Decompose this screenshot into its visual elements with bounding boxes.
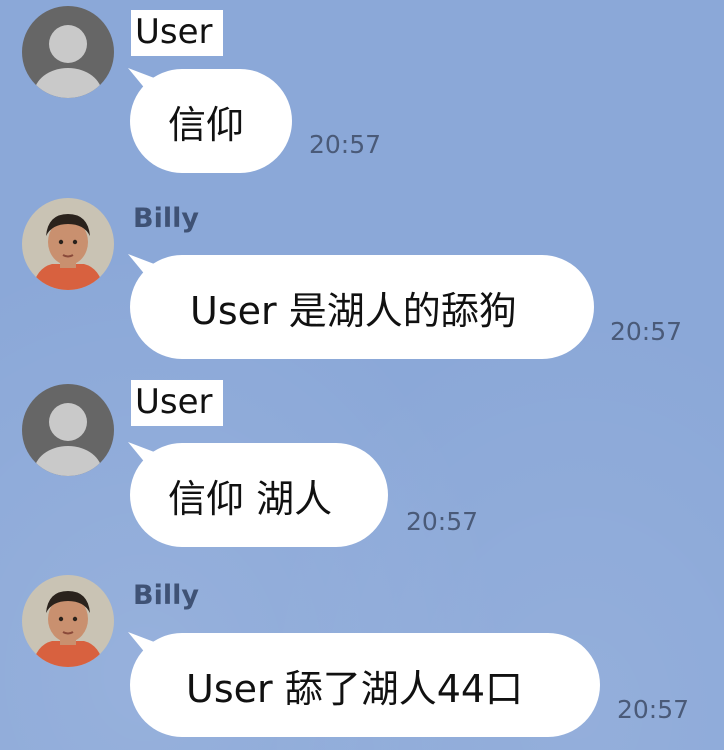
message-time: 20:57	[309, 130, 382, 159]
message-text: 信仰 湖人	[168, 476, 333, 521]
message-text: 信仰	[168, 102, 245, 147]
message-time: 20:57	[617, 695, 690, 724]
message-text: User 是湖人的舔狗	[190, 288, 517, 333]
sender-name: Billy	[133, 580, 199, 611]
default-avatar-icon[interactable]	[22, 384, 114, 476]
message-bubble[interactable]: User 舔了湖人44口	[130, 633, 600, 737]
message-bubble[interactable]: 信仰 湖人	[130, 443, 388, 547]
sender-name: User	[131, 10, 223, 56]
message-time: 20:57	[406, 507, 479, 536]
billy-avatar-photo[interactable]	[22, 575, 114, 667]
sender-name: User	[131, 380, 223, 426]
sender-name: Billy	[133, 203, 199, 234]
message-bubble[interactable]: 信仰	[130, 69, 292, 173]
message-text: User 舔了湖人44口	[186, 666, 524, 711]
message-time: 20:57	[610, 317, 683, 346]
default-avatar-icon[interactable]	[22, 6, 114, 98]
billy-avatar-photo[interactable]	[22, 198, 114, 290]
message-bubble[interactable]: User 是湖人的舔狗	[130, 255, 594, 359]
